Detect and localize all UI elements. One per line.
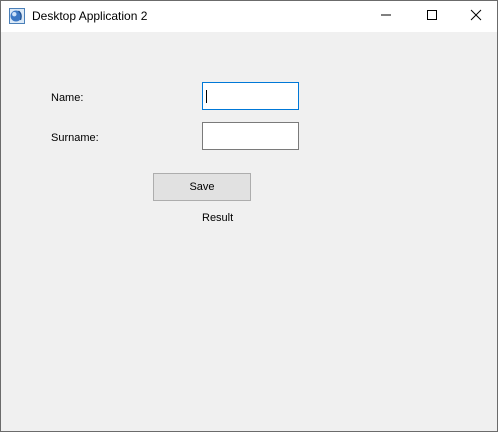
minimize-button[interactable] — [363, 1, 409, 32]
java-app-icon — [9, 8, 25, 24]
minimize-icon — [380, 8, 392, 26]
name-field[interactable] — [202, 82, 299, 110]
surname-field[interactable] — [202, 122, 299, 150]
text-cursor — [206, 90, 207, 103]
maximize-icon — [426, 8, 438, 26]
result-label: Result — [202, 212, 234, 224]
title-bar[interactable]: Desktop Application 2 — [1, 1, 497, 32]
surname-label: Surname: — [51, 132, 99, 144]
application-window: Desktop Application 2 Name: Surname: Sav… — [0, 0, 498, 432]
window-title: Desktop Application 2 — [32, 9, 148, 23]
close-button[interactable] — [453, 1, 498, 32]
close-icon — [470, 8, 482, 26]
maximize-button[interactable] — [409, 1, 455, 32]
save-button[interactable]: Save — [153, 173, 251, 201]
name-label: Name: — [51, 92, 84, 104]
